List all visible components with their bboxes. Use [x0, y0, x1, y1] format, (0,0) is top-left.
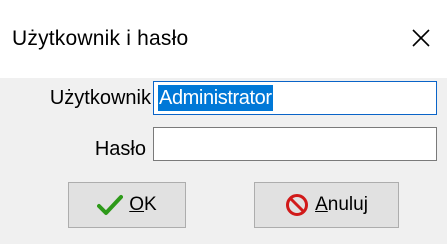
dialog-title: Użytkownik i hasło: [12, 27, 189, 50]
no-entry-icon: [285, 193, 309, 217]
login-dialog: Użytkownik i hasło Użytkownik Administra…: [0, 0, 447, 244]
password-input[interactable]: [153, 127, 437, 161]
password-label: Hasło: [94, 138, 146, 160]
username-selected-text: Administrator: [158, 85, 273, 111]
ok-label: OK: [129, 194, 157, 215]
username-label: Użytkownik: [49, 87, 151, 109]
ok-button[interactable]: OK: [68, 182, 186, 228]
username-input[interactable]: Administrator: [153, 81, 437, 115]
close-icon: [412, 29, 430, 47]
close-button[interactable]: [399, 16, 443, 60]
cancel-label: Anuluj: [315, 194, 368, 215]
checkmark-icon: [97, 194, 124, 216]
cancel-button[interactable]: Anuluj: [254, 182, 399, 228]
title-bar: Użytkownik i hasło: [0, 0, 447, 78]
